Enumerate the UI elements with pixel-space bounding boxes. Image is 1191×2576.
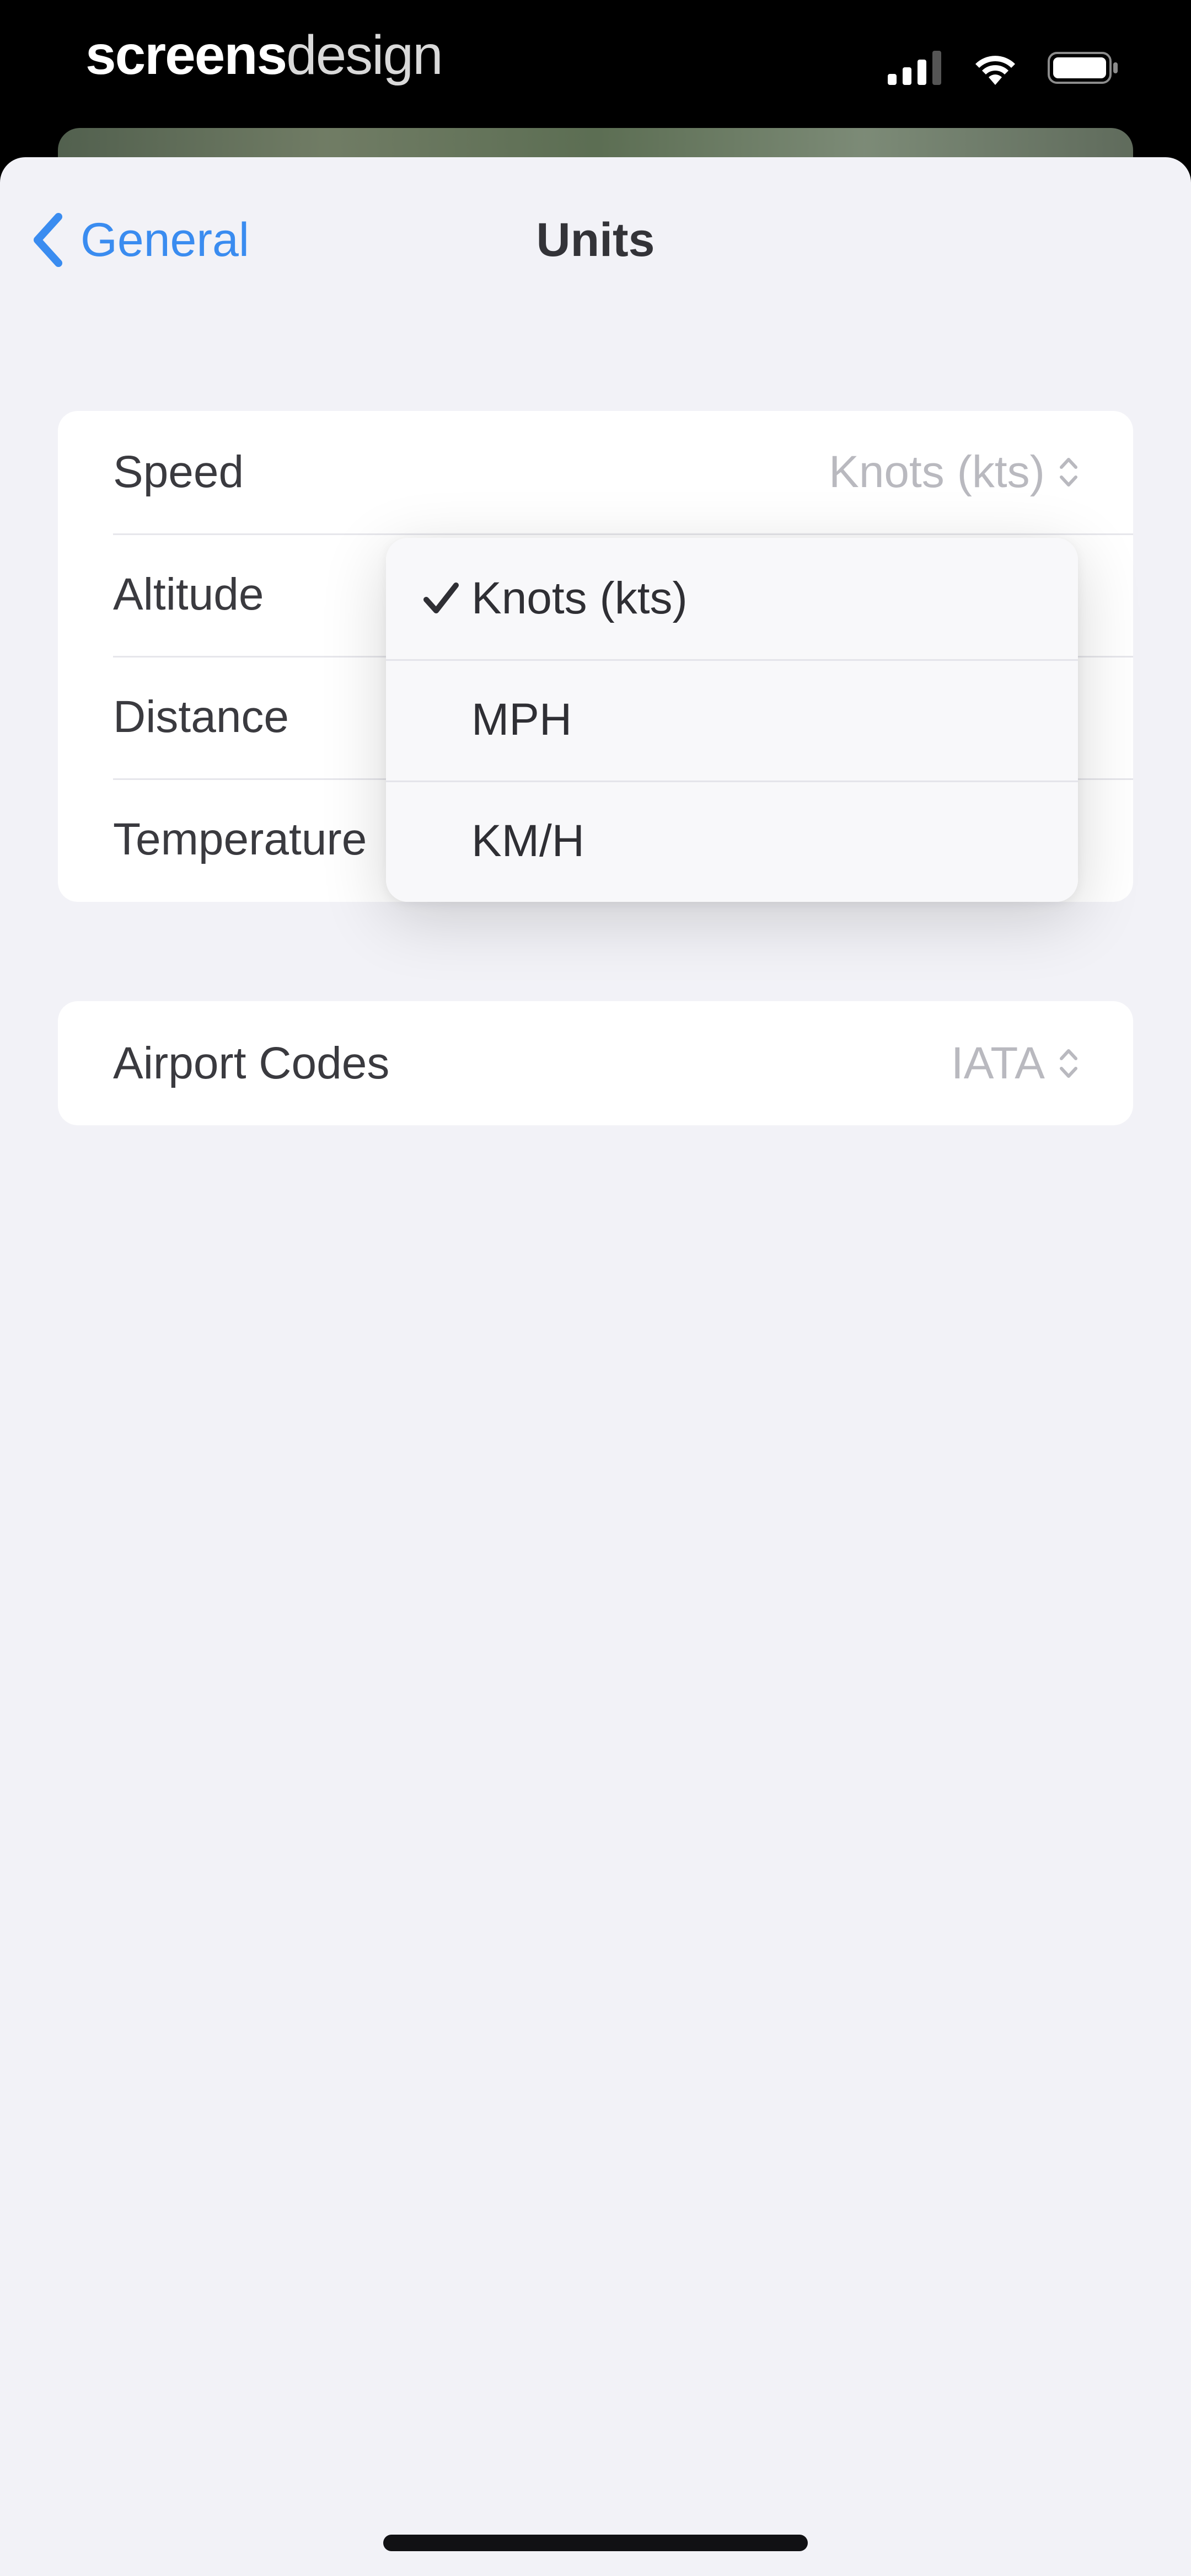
page-title: Units (536, 213, 655, 266)
row-airport-codes[interactable]: Airport Codes IATA (58, 1002, 1133, 1125)
cellular-signal-icon (888, 51, 941, 85)
brand-watermark: screensdesign (85, 22, 443, 88)
menu-option-label: MPH (471, 694, 572, 745)
brand-bold: screens (85, 24, 287, 86)
speed-options-menu: Knots (kts) MPH KM/H (386, 538, 1078, 902)
brand-light: design (286, 24, 443, 86)
home-indicator[interactable] (383, 2535, 808, 2551)
menu-option-label: Knots (kts) (471, 573, 688, 623)
row-label: Speed (113, 447, 244, 497)
airport-codes-value-text: IATA (951, 1038, 1045, 1088)
speed-value[interactable]: Knots (kts) (829, 446, 1078, 498)
status-bar: screensdesign (0, 0, 1191, 132)
airport-group: Airport Codes IATA (58, 1001, 1133, 1125)
row-label: Airport Codes (113, 1038, 390, 1088)
checkmark-container (386, 582, 471, 615)
units-sheet: General Units Speed Knots (kts) Altitude… (0, 157, 1191, 2576)
status-icons (888, 49, 1119, 87)
chevron-up-down-icon (1060, 1049, 1077, 1078)
wifi-icon (975, 56, 1015, 85)
airport-codes-value[interactable]: IATA (951, 1038, 1078, 1089)
row-speed[interactable]: Speed Knots (kts) (58, 411, 1133, 533)
speed-value-text: Knots (kts) (829, 447, 1045, 497)
battery-icon (1048, 52, 1118, 84)
menu-option-kmh[interactable]: KM/H (386, 781, 1078, 902)
navigation-bar: General Units (0, 157, 1191, 323)
checkmark-icon (423, 582, 459, 613)
chevron-up-down-icon (1060, 458, 1077, 487)
menu-option-label: KM/H (471, 816, 584, 866)
menu-option-mph[interactable]: MPH (386, 659, 1078, 781)
menu-option-knots[interactable]: Knots (kts) (386, 538, 1078, 659)
